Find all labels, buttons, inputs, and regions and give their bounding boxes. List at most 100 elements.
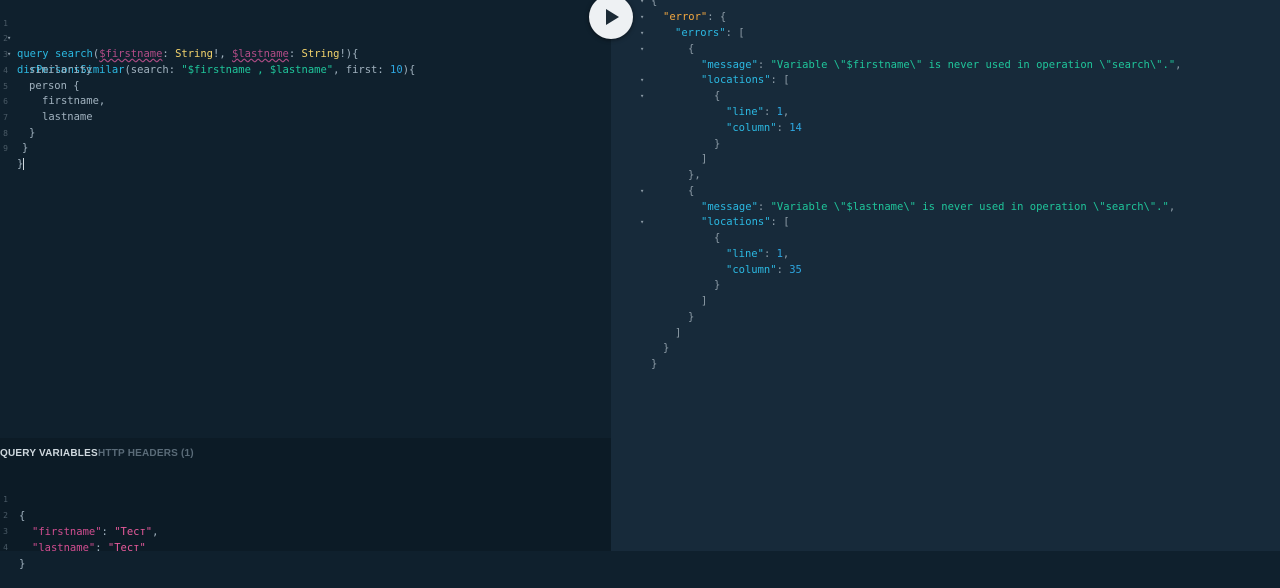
result-line: "errors": [ (675, 26, 745, 42)
editor-line: 7 } (0, 94, 611, 139)
result-pane: { ▾ ▾ "error": { ▾ "errors": [ ▾ { "mess… (611, 0, 1280, 551)
punctuation: } (651, 358, 658, 370)
json-key: "errors" (675, 27, 726, 39)
result-line: { (688, 184, 694, 200)
json-key: "column" (726, 264, 777, 276)
punctuation: { (651, 0, 658, 7)
result-line: } (714, 137, 720, 153)
punctuation: , (1168, 201, 1176, 213)
play-icon (606, 9, 619, 25)
result-line: } (714, 278, 720, 294)
variables-line: 1 { (0, 476, 611, 522)
editor-line: 9 } (0, 126, 611, 170)
json-key: "message" (701, 59, 758, 71)
punctuation: : (763, 106, 777, 118)
punctuation: } (688, 311, 695, 323)
punctuation: : [ (770, 216, 790, 228)
result-line: { (688, 42, 694, 58)
punctuation: , (782, 106, 790, 118)
punctuation: { (714, 232, 721, 244)
punctuation: ] (701, 153, 708, 165)
error-key: "error" (663, 11, 708, 23)
chevron-down-icon[interactable]: ▾ (640, 215, 644, 231)
punctuation: : { (707, 11, 727, 23)
variables-line: 4 } (0, 524, 611, 570)
chevron-down-icon[interactable]: ▾ (640, 184, 644, 200)
result-line: } (688, 310, 694, 326)
result-line: ] (675, 326, 681, 342)
punctuation: } (663, 342, 670, 354)
json-number: 14 (789, 122, 802, 134)
result-line: } (663, 341, 669, 357)
punctuation: }, (688, 169, 701, 181)
variables-line: 3 "lastname": "Тест" (0, 508, 611, 554)
line-number: 9 (3, 144, 8, 154)
punctuation: : (763, 248, 777, 260)
result-line: } (651, 357, 657, 373)
punctuation: } (714, 279, 721, 291)
punctuation: { (714, 90, 721, 102)
variable-key: "lastname" (32, 542, 96, 554)
result-line: "locations": [ (701, 73, 790, 89)
editor-line: 1 ▾ query search($firstname: String!, $l… (0, 0, 611, 60)
editor-line: 8 } (0, 110, 611, 155)
variables-editor[interactable]: 1 { 2 "firstname": "Тест", 3 "lastname":… (0, 476, 611, 570)
json-key: "message" (701, 201, 758, 213)
result-line: "message": "Variable \"$lastname\" is ne… (701, 200, 1175, 216)
punctuation: , (782, 248, 790, 260)
json-string: "Variable \"$lastname\" is never used in… (770, 201, 1169, 213)
punctuation: ] (675, 327, 682, 339)
punctuation: : (776, 122, 790, 134)
result-line: "line": 1, (726, 247, 789, 263)
code-text: } (19, 558, 26, 570)
editor-line: 2 ▾ dirPersonsSimilar(search: "$firstnam… (0, 16, 611, 75)
text-cursor (23, 158, 25, 170)
chevron-down-icon[interactable]: ▾ (640, 73, 644, 89)
punctuation: : (757, 201, 771, 213)
punctuation: { (688, 43, 695, 55)
json-number: 35 (789, 264, 802, 276)
json-string: "Variable \"$firstname\" is never used i… (770, 59, 1176, 71)
result-line: "column": 35 (726, 263, 802, 279)
query-editor[interactable]: 1 ▾ query search($firstname: String!, $l… (0, 0, 611, 438)
punctuation: : [ (770, 74, 790, 86)
chevron-down-icon[interactable]: ▾ (640, 10, 644, 26)
editor-line: 5 firstname, (0, 63, 611, 108)
result-line: "column": 14 (726, 121, 802, 137)
json-key: "locations" (701, 74, 771, 86)
result-line: ] (701, 294, 707, 310)
result-line: "message": "Variable \"$firstname\" is n… (701, 58, 1181, 74)
result-line: }, (688, 168, 701, 184)
result-line: { (651, 0, 657, 10)
chevron-down-icon[interactable]: ▾ (640, 89, 644, 105)
result-line: { (714, 231, 720, 247)
tab-http-headers[interactable]: HTTP HEADERS (1) (98, 448, 194, 459)
json-key: "line" (726, 248, 764, 260)
result-line: { (714, 89, 720, 105)
json-key: "column" (726, 122, 777, 134)
chevron-down-icon[interactable]: ▾ (640, 0, 644, 10)
editor-line: 4 person { (0, 47, 611, 92)
chevron-down-icon[interactable]: ▾ (640, 26, 644, 42)
punctuation: : (757, 59, 771, 71)
editor-line: 6 lastname (0, 79, 611, 123)
punctuation: : [ (725, 27, 745, 39)
line-number: 4 (3, 543, 8, 552)
punctuation: } (714, 138, 721, 150)
result-line: "locations": [ (701, 215, 790, 231)
json-key: "locations" (701, 216, 771, 228)
punctuation: : (776, 264, 790, 276)
code-text: } (17, 157, 25, 173)
result-viewer: { ▾ ▾ "error": { ▾ "errors": [ ▾ { "mess… (611, 0, 1280, 551)
punctuation: ] (701, 295, 708, 307)
result-line: "error": { (663, 10, 726, 26)
punctuation: { (688, 185, 695, 197)
punctuation: , (1175, 59, 1182, 71)
code-text: "lastname": "Тест" (32, 540, 146, 556)
tab-query-variables[interactable]: QUERY VARIABLES (0, 448, 98, 459)
result-line: "line": 1, (726, 105, 789, 121)
chevron-down-icon[interactable]: ▾ (640, 42, 644, 58)
punctuation: : (95, 542, 108, 554)
variable-value: "Тест" (107, 542, 146, 554)
left-pane: 1 ▾ query search($firstname: String!, $l… (0, 0, 611, 570)
